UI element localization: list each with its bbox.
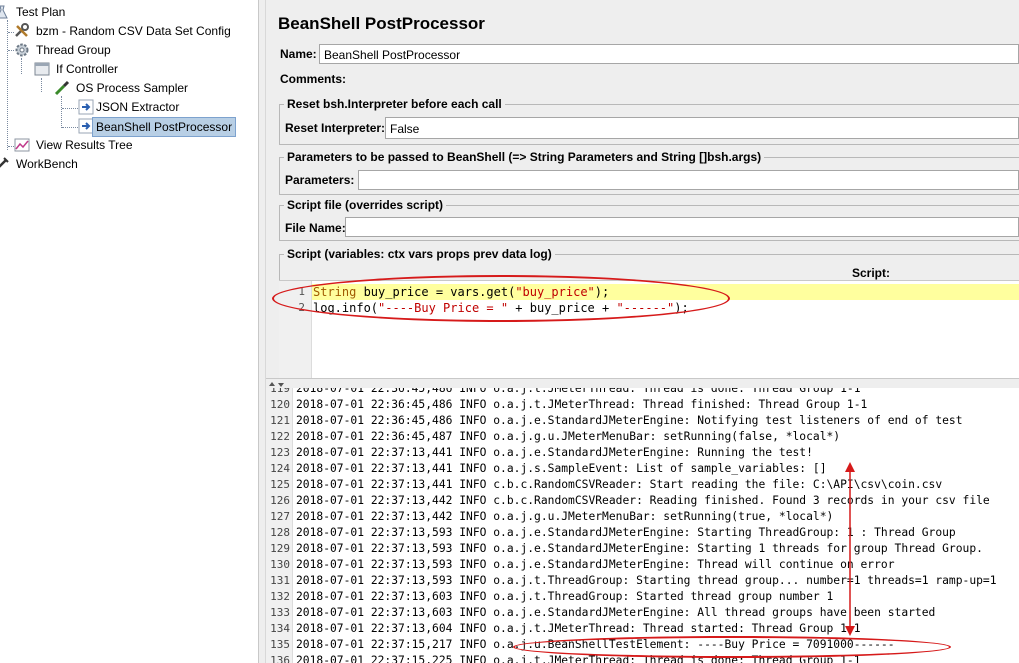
code-line: log.info("----Buy Price = " + buy_price …: [313, 301, 689, 315]
log-line-number: 133: [270, 606, 290, 619]
code-line: String buy_price = vars.get("buy_price")…: [313, 285, 610, 299]
vertical-splitter[interactable]: [258, 0, 266, 663]
gear-icon: [14, 42, 30, 58]
log-line-number: 129: [270, 542, 290, 555]
log-line-number: 124: [270, 462, 290, 475]
annotation-arrow: [845, 462, 855, 636]
tree-item-label: bzm - Random CSV Data Set Config: [36, 24, 231, 38]
log-line: 2018-07-01 22:37:13,593 INFO o.a.j.e.Sta…: [296, 542, 983, 555]
reset-group-title: Reset bsh.Interpreter before each call: [284, 97, 505, 111]
workbench-icon: [0, 156, 10, 172]
log-line-number: 119: [270, 388, 290, 395]
parameters-label: Parameters:: [285, 173, 355, 187]
log-line-number: 130: [270, 558, 290, 571]
line-number: 2: [298, 301, 305, 314]
log-line-number: 132: [270, 590, 290, 603]
comments-field[interactable]: [347, 69, 1019, 89]
log-line-number: 121: [270, 414, 290, 427]
parameters-group-title: Parameters to be passed to BeanShell (=>…: [284, 150, 765, 164]
log-line-number: 125: [270, 478, 290, 491]
name-label: Name:: [280, 47, 317, 61]
log-line-number: 122: [270, 430, 290, 443]
tree-item-label-selected: BeanShell PostProcessor: [92, 117, 237, 137]
file-name-label: File Name:: [285, 221, 346, 235]
tree-item-label: JSON Extractor: [96, 100, 180, 114]
reset-interpreter-select[interactable]: False: [385, 117, 1019, 139]
tree-connector: [7, 20, 8, 150]
log-line-number: 135: [270, 638, 290, 651]
log-line: 2018-07-01 22:36:45,487 INFO o.a.j.g.u.J…: [296, 430, 841, 443]
log-line: 2018-07-01 22:37:13,441 INFO o.a.j.s.Sam…: [296, 462, 827, 475]
parameters-input[interactable]: [358, 170, 1019, 190]
log-line-number: 136: [270, 654, 290, 663]
tree-item-label: OS Process Sampler: [76, 81, 189, 95]
test-plan-icon: [0, 4, 10, 20]
log-line: 2018-07-01 22:37:13,593 INFO o.a.j.e.Sta…: [296, 558, 895, 571]
tree-item-label: If Controller: [56, 62, 119, 76]
line-number: 1: [298, 285, 305, 298]
tree-connector: [41, 78, 42, 92]
name-field[interactable]: BeanShell PostProcessor: [319, 44, 1019, 64]
log-line-number: 134: [270, 622, 290, 635]
script-editor[interactable]: 1 2 String buy_price = vars.get("buy_pri…: [279, 280, 1019, 379]
log-line: 2018-07-01 22:37:13,441 INFO o.a.j.e.Sta…: [296, 446, 813, 459]
log-line: 2018-07-01 22:36:45,486 INFO o.a.j.t.JMe…: [296, 398, 868, 411]
test-plan-tree[interactable]: Test Plan bzm - Random CSV Data Set Conf…: [0, 0, 258, 663]
log-line-gutter: 119 120 121 122 123 124 125 126 127 128 129 130 131 1…: [266, 388, 293, 663]
script-group-title: Script (variables: ctx vars props prev d…: [284, 247, 555, 261]
log-line-number: 127: [270, 510, 290, 523]
log-line: 2018-07-01 22:37:15,217 INFO o.a.j.u.Bea…: [296, 638, 895, 651]
log-line: 2018-07-01 22:36:45,486 INFO o.a.j.t.JMe…: [296, 388, 861, 395]
wrench-icon: [14, 23, 30, 39]
graph-icon: [14, 137, 30, 153]
log-line: 2018-07-01 22:37:15,225 INFO o.a.j.t.JMe…: [296, 654, 861, 663]
tree-item-label: View Results Tree: [36, 138, 133, 152]
tree-connector: [21, 58, 22, 74]
script-line-gutter: 1 2: [279, 281, 312, 379]
log-line: 2018-07-01 22:37:13,593 INFO o.a.j.t.Thr…: [296, 574, 997, 587]
page-title: BeanShell PostProcessor: [278, 14, 485, 33]
file-name-input[interactable]: [345, 217, 1019, 237]
log-line: 2018-07-01 22:37:13,604 INFO o.a.j.t.JMe…: [296, 622, 861, 635]
log-line-number: 123: [270, 446, 290, 459]
log-line-number: 120: [270, 398, 290, 411]
tree-item-label: WorkBench: [16, 157, 78, 171]
script-heading: Script:: [852, 266, 891, 280]
tree-item-label: Test Plan: [16, 5, 66, 19]
log-line-number: 128: [270, 526, 290, 539]
tree-connector: [61, 96, 62, 128]
comments-label: Comments:: [280, 72, 347, 86]
log-viewer[interactable]: 119 120 121 122 123 124 125 126 127 128 129 130 131 1…: [266, 388, 1019, 663]
log-line-number: 131: [270, 574, 290, 587]
log-line: 2018-07-01 22:37:13,442 INFO o.a.j.g.u.J…: [296, 510, 834, 523]
log-line-number: 126: [270, 494, 290, 507]
log-line: 2018-07-01 22:37:13,603 INFO o.a.j.t.Thr…: [296, 590, 834, 603]
pipette-icon: [54, 80, 70, 96]
tree-item-label: Thread Group: [36, 43, 111, 57]
controller-icon: [34, 61, 50, 77]
log-line: 2018-07-01 22:36:45,486 INFO o.a.j.e.Sta…: [296, 414, 963, 427]
reset-interpreter-label: Reset Interpreter:: [285, 121, 386, 135]
log-line: 2018-07-01 22:37:13,603 INFO o.a.j.e.Sta…: [296, 606, 936, 619]
script-file-group-title: Script file (overrides script): [284, 198, 447, 212]
log-line: 2018-07-01 22:37:13,442 INFO c.b.c.Rando…: [296, 494, 990, 507]
extractor-icon: [78, 99, 94, 115]
